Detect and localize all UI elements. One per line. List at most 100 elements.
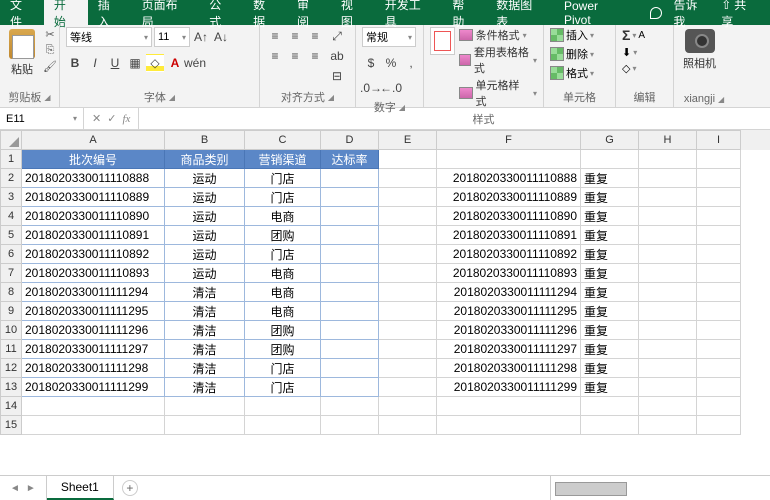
cell[interactable]: 运动: [165, 188, 245, 207]
select-all-corner[interactable]: [0, 130, 22, 150]
cell[interactable]: 清洁: [165, 283, 245, 302]
cell[interactable]: [379, 378, 437, 397]
cell[interactable]: [379, 416, 437, 435]
fill-color-icon[interactable]: ◇: [146, 54, 164, 72]
cut-icon[interactable]: ✂: [42, 27, 58, 41]
cell[interactable]: 门店: [245, 378, 321, 397]
cell[interactable]: 2018020330011110890: [437, 207, 581, 226]
fill-button[interactable]: ⬇▾: [622, 46, 637, 59]
font-name-select[interactable]: 等线▾: [66, 27, 152, 47]
col-header[interactable]: E: [379, 130, 437, 150]
cell[interactable]: 运动: [165, 207, 245, 226]
cell[interactable]: 2018020330011111297: [22, 340, 165, 359]
cell[interactable]: 门店: [245, 359, 321, 378]
cell[interactable]: [22, 397, 165, 416]
row-header[interactable]: 5: [0, 226, 22, 245]
cell[interactable]: 达标率: [321, 150, 379, 169]
cell[interactable]: [379, 359, 437, 378]
cell[interactable]: 电商: [245, 283, 321, 302]
cell[interactable]: [639, 150, 697, 169]
cell[interactable]: [697, 321, 741, 340]
cell[interactable]: [639, 416, 697, 435]
decrease-decimal-icon[interactable]: ←.0: [382, 79, 400, 97]
cell[interactable]: [379, 150, 437, 169]
cell[interactable]: [639, 169, 697, 188]
cell[interactable]: [379, 321, 437, 340]
percent-icon[interactable]: %: [382, 54, 400, 72]
currency-icon[interactable]: $: [362, 54, 380, 72]
tab-pivot[interactable]: Power Pivot: [554, 0, 638, 25]
shrink-font-icon[interactable]: A↓: [212, 28, 230, 46]
number-format-select[interactable]: 常规▾: [362, 27, 416, 47]
cell[interactable]: [697, 340, 741, 359]
cell[interactable]: [697, 188, 741, 207]
format-cells-button[interactable]: 格式▾: [550, 65, 594, 81]
cell[interactable]: 营销渠道: [245, 150, 321, 169]
sheet-tab[interactable]: Sheet1: [47, 476, 114, 500]
cell[interactable]: 清洁: [165, 340, 245, 359]
cell[interactable]: [321, 378, 379, 397]
cell[interactable]: [379, 283, 437, 302]
cell[interactable]: [321, 359, 379, 378]
camera-button[interactable]: 照相机: [680, 27, 719, 73]
cell[interactable]: [639, 359, 697, 378]
cell[interactable]: [321, 169, 379, 188]
cell[interactable]: [697, 302, 741, 321]
cell[interactable]: 运动: [165, 264, 245, 283]
row-header[interactable]: 3: [0, 188, 22, 207]
cell[interactable]: [321, 207, 379, 226]
align-center-icon[interactable]: ≡: [286, 47, 304, 65]
cell[interactable]: [697, 359, 741, 378]
cell[interactable]: [379, 226, 437, 245]
col-header[interactable]: F: [437, 130, 581, 150]
cell[interactable]: [697, 264, 741, 283]
cell[interactable]: [321, 302, 379, 321]
cell[interactable]: 2018020330011110893: [22, 264, 165, 283]
align-left-icon[interactable]: ≡: [266, 47, 284, 65]
orientation-icon[interactable]: ⤢: [328, 27, 346, 45]
cell[interactable]: [379, 264, 437, 283]
cell[interactable]: 重复: [581, 169, 639, 188]
row-header[interactable]: 1: [0, 150, 22, 169]
cell[interactable]: 2018020330011111298: [437, 359, 581, 378]
cell[interactable]: 2018020330011111299: [437, 378, 581, 397]
cell[interactable]: 2018020330011110890: [22, 207, 165, 226]
tab-data[interactable]: 数据: [243, 0, 287, 25]
format-painter-icon[interactable]: 🖌: [42, 59, 58, 73]
tab-help[interactable]: 帮助: [442, 0, 486, 25]
copy-icon[interactable]: ⎘: [42, 43, 58, 57]
tab-view[interactable]: 视图: [331, 0, 375, 25]
worksheet[interactable]: ABCDEFGHI 1批次编号商品类别营销渠道达标率22018020330011…: [0, 130, 770, 475]
cell[interactable]: 2018020330011110888: [437, 169, 581, 188]
col-header[interactable]: H: [639, 130, 697, 150]
cell[interactable]: [697, 378, 741, 397]
cell[interactable]: [697, 416, 741, 435]
clear-button[interactable]: ◇▾: [622, 62, 636, 75]
cell[interactable]: [245, 416, 321, 435]
font-size-select[interactable]: 11▾: [154, 27, 190, 47]
cell[interactable]: [379, 397, 437, 416]
align-top-icon[interactable]: ≡: [266, 27, 284, 45]
tab-chart[interactable]: 数据图表: [486, 0, 554, 25]
cell[interactable]: 电商: [245, 207, 321, 226]
cell[interactable]: 重复: [581, 302, 639, 321]
tab-file[interactable]: 文件: [0, 0, 44, 25]
merge-icon[interactable]: ⊟: [328, 67, 346, 85]
cell[interactable]: [697, 150, 741, 169]
cell[interactable]: [437, 397, 581, 416]
cell[interactable]: 重复: [581, 378, 639, 397]
cell[interactable]: 清洁: [165, 302, 245, 321]
cell[interactable]: 重复: [581, 207, 639, 226]
cell[interactable]: 2018020330011110891: [22, 226, 165, 245]
tab-home[interactable]: 开始: [44, 0, 88, 25]
cell[interactable]: [697, 245, 741, 264]
cell[interactable]: 2018020330011110888: [22, 169, 165, 188]
align-right-icon[interactable]: ≡: [306, 47, 324, 65]
next-sheet-icon[interactable]: ►: [26, 483, 36, 494]
cond-format-button[interactable]: 条件格式▾: [459, 27, 537, 43]
autosum-button[interactable]: Σ▾ A: [622, 27, 645, 43]
cell[interactable]: [639, 397, 697, 416]
formula-input[interactable]: [139, 108, 770, 129]
cell[interactable]: 2018020330011110891: [437, 226, 581, 245]
cell[interactable]: 门店: [245, 169, 321, 188]
